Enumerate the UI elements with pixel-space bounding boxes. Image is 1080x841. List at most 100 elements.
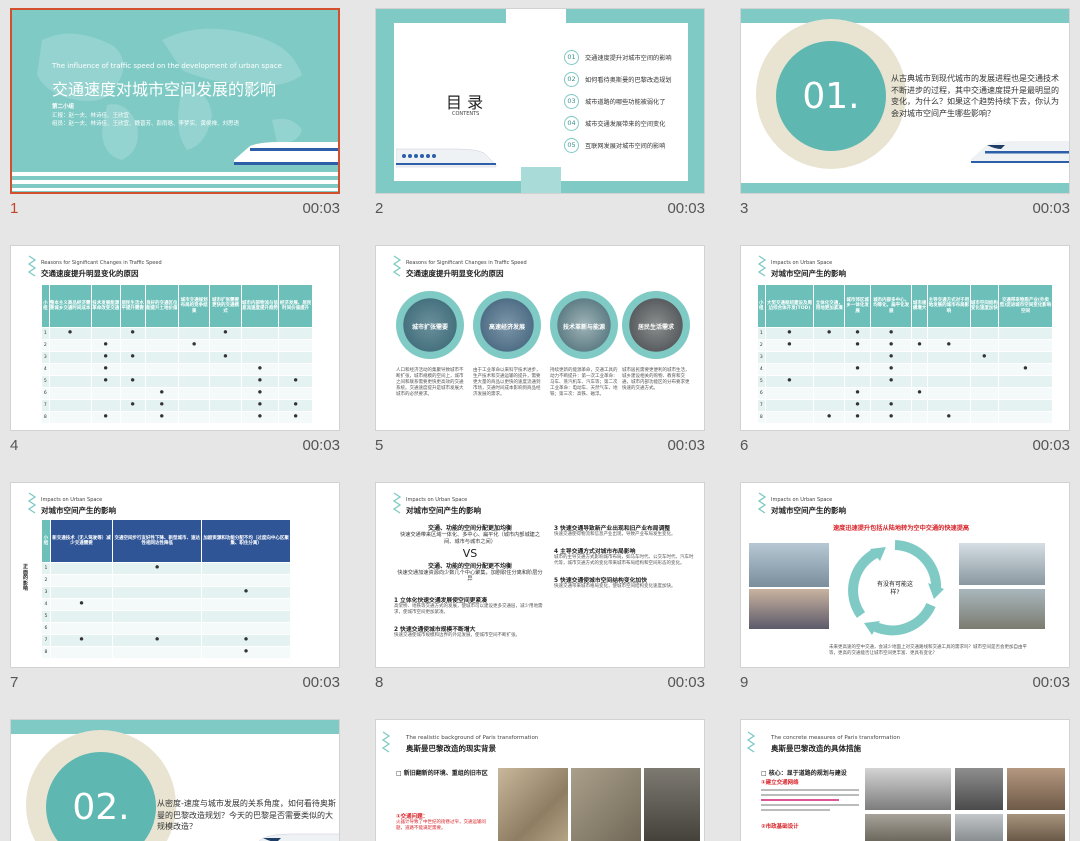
toc-text: 城市道路的哪些功能被弱化了 [585, 98, 666, 106]
slide-thumbnail-5[interactable]: Reasons for Significant Changes in Traff… [375, 245, 705, 457]
point-title: 3 快速交通导致新产业出现和旧产业布局调整 [554, 526, 671, 532]
dot-mark: ● [49, 634, 114, 647]
slide-2-canvas[interactable]: 目 录 CONTENTS 01 交通速度提升对城市空间的影响 02 如何看待奥斯曼的… [375, 8, 705, 194]
table-cell [813, 339, 846, 352]
slide-number: 4 [10, 437, 19, 454]
zigzag-logo-icon [758, 492, 766, 514]
slide-2-foot [521, 167, 561, 193]
slide-cn-title: 奥斯曼巴黎改造的现实背景 [406, 744, 496, 753]
dot-mark: ● [870, 351, 913, 364]
toc-item-3[interactable]: 03 城市道路的哪些功能被弱化了 [564, 93, 666, 109]
side-label: 正面的影响 [23, 564, 29, 592]
table-row: 3 ● ● ● [41, 351, 313, 364]
table-cell: 3 [41, 586, 51, 599]
dot-mark: ● [240, 363, 280, 376]
dot-mark: ● [201, 646, 291, 659]
table-cell [178, 363, 211, 376]
dot-mark: ● [240, 399, 280, 412]
dot-mark: ● [178, 339, 211, 352]
zigzag-logo-icon [393, 255, 401, 277]
toc-item-4[interactable]: 04 城市交通发展带来的空间变化 [564, 115, 665, 131]
section-number: 01. [776, 41, 886, 151]
table-row: 7 ● ● [757, 399, 1054, 412]
slide-thumbnail-3[interactable]: 01. 从古典城市到现代城市的发展进程也是交通技术不断进步的过程，其中交通速度提… [740, 8, 1070, 220]
table-row: 5 ● ● [757, 375, 1054, 388]
table-cell [997, 351, 1054, 364]
table-cell [178, 411, 211, 424]
table-cell [90, 327, 121, 340]
slide-10-canvas[interactable]: 02. 从密度-速度与城市发展的关系角度，如何看待奥斯曼的巴黎改造规划？今天的巴… [10, 719, 340, 841]
table-header-cell: 小组 [757, 284, 766, 328]
point-text: 快速交通使城市规模和边界的外延发展，使城市空间不断扩张。 [394, 633, 520, 639]
table-cell [49, 610, 114, 623]
toc-item-2[interactable]: 02 如何看待奥斯曼的巴黎改造规划 [564, 71, 672, 87]
zigzag-logo-icon [758, 255, 766, 277]
dot-mark: ● [870, 411, 913, 424]
circle-label: 城市扩张需要 [411, 323, 448, 331]
slide-thumbnail-12[interactable]: The concrete measures of Paris transform… [740, 719, 1070, 841]
table-header-cell: 城市规模增大 [911, 284, 929, 328]
slide-number: 2 [375, 200, 384, 217]
table-row: 6 [41, 622, 291, 635]
table-row: 3 ● [41, 586, 291, 599]
slide-thumbnail-6[interactable]: Impacts on Urban Space 对城市空间产生的影响 小组 大型交通… [740, 245, 1070, 457]
table-cell [997, 375, 1054, 388]
table-cell: 2 [757, 339, 766, 352]
table-cell [201, 574, 291, 587]
slide-cn-title: 交通速度提升明显变化的原因 [41, 269, 139, 278]
data-table: 小组 整本主义商品经济需要城乡交通时间成本 技术发展能源革命改变交通 居民生活水平提升… [41, 284, 313, 424]
toc-title: 目 录 [446, 93, 484, 112]
point-text: 城市的主导交通方式影响城市布局，如马车时代、公交车时代、汽车时代等，城市交通方式… [554, 555, 694, 567]
slide-8-canvas[interactable]: Impacts on Urban Space 对城市空间产生的影响 交通、功能的… [375, 482, 705, 668]
historic-photo [1007, 814, 1065, 841]
slide-11-canvas[interactable]: The realistic background of Paris transf… [375, 719, 705, 841]
point-title: 2 快速交通使城市规模不断增大 [394, 627, 476, 634]
table-cell [112, 646, 203, 659]
slide-3-canvas[interactable]: 01. 从古典城市到现代城市的发展进程也是交通技术不断进步的过程，其中交通速度提… [740, 8, 1070, 194]
slide-6-canvas[interactable]: Impacts on Urban Space 对城市空间产生的影响 小组 大型交通… [740, 245, 1070, 431]
historic-photo [955, 814, 1003, 841]
table-cell [48, 399, 92, 412]
toc-text: 如何看待奥斯曼的巴黎改造规划 [585, 76, 672, 84]
slide-thumbnail-2[interactable]: 目 录 CONTENTS 01 交通速度提升对城市空间的影响 02 如何看待奥斯曼的… [375, 8, 705, 220]
dot-mark: ● [119, 327, 146, 340]
slide-7-canvas[interactable]: Impacts on Urban Space 对城市空间产生的影响 正面的影响 … [10, 482, 340, 668]
table-header-cell: 经济发展、居民时间价值提升 [278, 284, 313, 328]
slide-9-canvas[interactable]: Impacts on Urban Space 对城市空间产生的影响 速度迅速提升… [740, 482, 1070, 668]
paris-street-photo [644, 768, 700, 841]
table-cell [144, 351, 180, 364]
table-cell [90, 387, 121, 400]
slide-thumbnail-8[interactable]: Impacts on Urban Space 对城市空间产生的影响 交通、功能的… [375, 482, 705, 694]
table-cell [813, 399, 846, 412]
table-cell: 7 [41, 399, 50, 412]
slide-thumbnail-9[interactable]: Impacts on Urban Space 对城市空间产生的影响 速度迅速提升… [740, 482, 1070, 694]
slide-thumbnail-4[interactable]: Reasons for Significant Changes in Traff… [10, 245, 340, 457]
table-row: 6 ● ● [41, 387, 313, 400]
slide-5-canvas[interactable]: Reasons for Significant Changes in Traff… [375, 245, 705, 431]
slide-12-canvas[interactable]: The concrete measures of Paris transform… [740, 719, 1070, 841]
toc-text: 互联网发展对城市空间的影响 [585, 142, 666, 150]
slide-number: 1 [10, 200, 19, 217]
table-cell [813, 363, 846, 376]
slide-thumbnail-1[interactable]: The influence of traffic speed on the de… [10, 8, 340, 220]
slide-1-canvas[interactable]: The influence of traffic speed on the de… [10, 8, 340, 194]
slide-thumbnail-10[interactable]: 02. 从密度-速度与城市发展的关系角度，如何看待奥斯曼的巴黎改造规划？今天的巴… [10, 719, 340, 841]
slide-thumbnail-7[interactable]: Impacts on Urban Space 对城市空间产生的影响 正面的影响 … [10, 482, 340, 694]
slide-number: 3 [740, 200, 749, 217]
dot-mark: ● [870, 363, 913, 376]
photo-circle: 居民生活需求 [622, 291, 690, 359]
toc-item-1[interactable]: 01 交通速度提升对城市空间的影响 [564, 49, 672, 65]
paris-map-photo [571, 768, 641, 841]
table-row: 7 ● ● ● [41, 634, 291, 647]
slide-4-canvas[interactable]: Reasons for Significant Changes in Traff… [10, 245, 340, 431]
point-title: 1 立体化快速交通发展使空间更紧凑 [394, 598, 488, 604]
table-cell [969, 375, 999, 388]
table-header-cell: 主导交通方式对于用地发展的城市布局影响 [927, 284, 971, 328]
dot-mark: ● [209, 327, 242, 340]
table-cell [764, 387, 815, 400]
toc-item-5[interactable]: 05 互联网发展对城市空间的影响 [564, 137, 666, 153]
slide-thumbnail-11[interactable]: The realistic background of Paris transf… [375, 719, 705, 841]
table-cell [764, 351, 815, 364]
table-cell [49, 562, 114, 575]
toc-badge: 02 [564, 71, 579, 87]
